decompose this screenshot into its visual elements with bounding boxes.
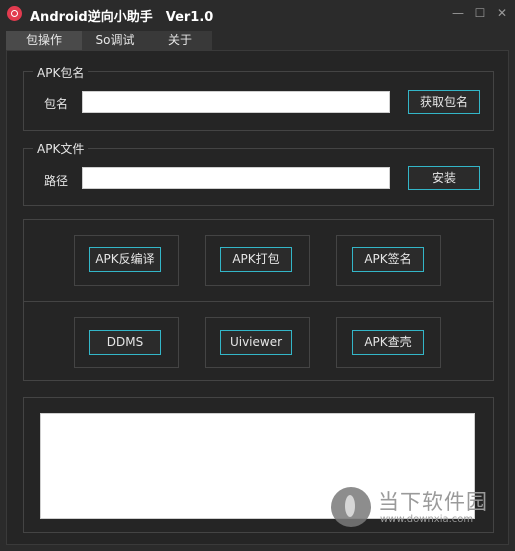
ddms-button[interactable]: DDMS	[89, 330, 161, 355]
install-button[interactable]: 安装	[408, 166, 480, 190]
window-title: Android逆向小助手 Ver1.0	[30, 10, 214, 25]
get-package-name-button[interactable]: 获取包名	[408, 90, 480, 114]
path-input[interactable]	[82, 167, 390, 189]
tab-package-ops[interactable]: 包操作	[6, 31, 82, 50]
watermark-text: 当下软件园	[378, 490, 488, 514]
apk-file-group-title: APK文件	[33, 140, 89, 157]
tools-divider	[23, 301, 494, 302]
apk-sign-button[interactable]: APK签名	[352, 247, 424, 272]
maximize-button[interactable]: ☐	[470, 4, 490, 22]
apk-pack-button[interactable]: APK打包	[220, 247, 292, 272]
apk-name-group-title: APK包名	[33, 64, 89, 81]
tab-about[interactable]: 关于	[148, 31, 212, 50]
app-icon	[7, 6, 22, 21]
apk-shell-check-button[interactable]: APK查壳	[352, 330, 424, 355]
tab-so-debug[interactable]: So调试	[82, 31, 148, 50]
minimize-button[interactable]: —	[448, 4, 468, 22]
package-name-label: 包名	[44, 97, 69, 111]
watermark-logo-icon	[331, 487, 371, 527]
close-button[interactable]: ✕	[492, 4, 512, 22]
uiviewer-button[interactable]: Uiviewer	[220, 330, 292, 355]
package-name-input[interactable]	[82, 91, 390, 113]
apk-decompile-button[interactable]: APK反编译	[89, 247, 161, 272]
path-label: 路径	[44, 174, 69, 188]
watermark-url: www.downxia.com	[380, 514, 474, 525]
